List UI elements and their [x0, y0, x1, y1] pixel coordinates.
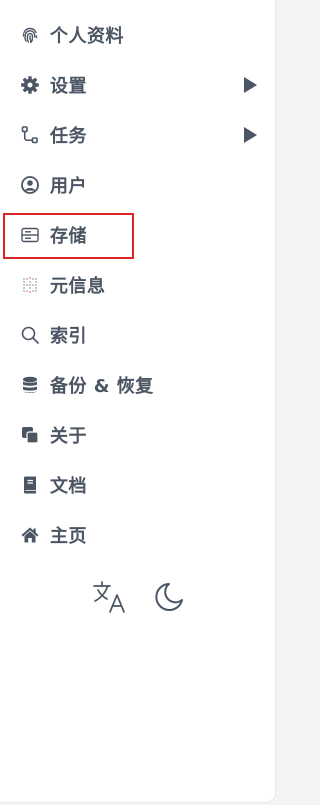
- home-icon: [20, 525, 40, 545]
- sidebar-item-backup-restore[interactable]: 备份 & 恢复: [0, 360, 276, 410]
- sidebar-item-tasks[interactable]: 任务: [0, 110, 276, 160]
- search-icon: [20, 325, 40, 345]
- sidebar-item-label: 存储: [50, 226, 87, 247]
- sidebar-item-label: 设置: [50, 76, 87, 97]
- sidebar-menu: 个人资料 设置 任务 用户 存储 元信息 索引 备份 & 恢复 关于 文档 主页: [0, 10, 276, 560]
- submenu-arrow-icon[interactable]: [244, 77, 257, 93]
- translate-icon: [93, 581, 125, 613]
- theme-toggle-button[interactable]: [151, 578, 187, 616]
- dotted-grid-icon: [20, 275, 40, 295]
- sidebar-item-profile[interactable]: 个人资料: [0, 10, 276, 60]
- bottom-toolbar: [0, 578, 276, 618]
- sidebar-item-label: 备份 & 恢复: [50, 376, 154, 397]
- sidebar-item-label: 主页: [50, 526, 87, 547]
- copy-icon: [20, 425, 40, 445]
- moon-icon: [155, 583, 183, 611]
- workflow-icon: [20, 125, 40, 145]
- fingerprint-icon: [20, 25, 40, 45]
- sidebar-item-label: 个人资料: [50, 26, 124, 47]
- sidebar-item-settings[interactable]: 设置: [0, 60, 276, 110]
- database-icon: [20, 375, 40, 395]
- storage-icon: [20, 225, 40, 245]
- sidebar-item-home[interactable]: 主页: [0, 510, 276, 560]
- submenu-arrow-icon[interactable]: [244, 127, 257, 143]
- sidebar-item-about[interactable]: 关于: [0, 410, 276, 460]
- user-circle-icon: [20, 175, 40, 195]
- sidebar-item-label: 任务: [50, 126, 87, 147]
- sidebar-item-label: 关于: [50, 426, 87, 447]
- sidebar-item-storage[interactable]: 存储: [0, 210, 276, 260]
- language-button[interactable]: [92, 578, 128, 616]
- sidebar-item-label: 索引: [50, 326, 87, 347]
- sidebar-item-metadata[interactable]: 元信息: [0, 260, 276, 310]
- book-icon: [20, 475, 40, 495]
- sidebar-item-label: 文档: [50, 476, 87, 497]
- sidebar-panel: 个人资料 设置 任务 用户 存储 元信息 索引 备份 & 恢复 关于 文档 主页: [0, 0, 276, 803]
- gear-icon: [20, 75, 40, 95]
- sidebar-item-users[interactable]: 用户: [0, 160, 276, 210]
- sidebar-item-label: 元信息: [50, 276, 106, 297]
- sidebar-item-docs[interactable]: 文档: [0, 460, 276, 510]
- sidebar-item-index[interactable]: 索引: [0, 310, 276, 360]
- sidebar-item-label: 用户: [50, 176, 87, 197]
